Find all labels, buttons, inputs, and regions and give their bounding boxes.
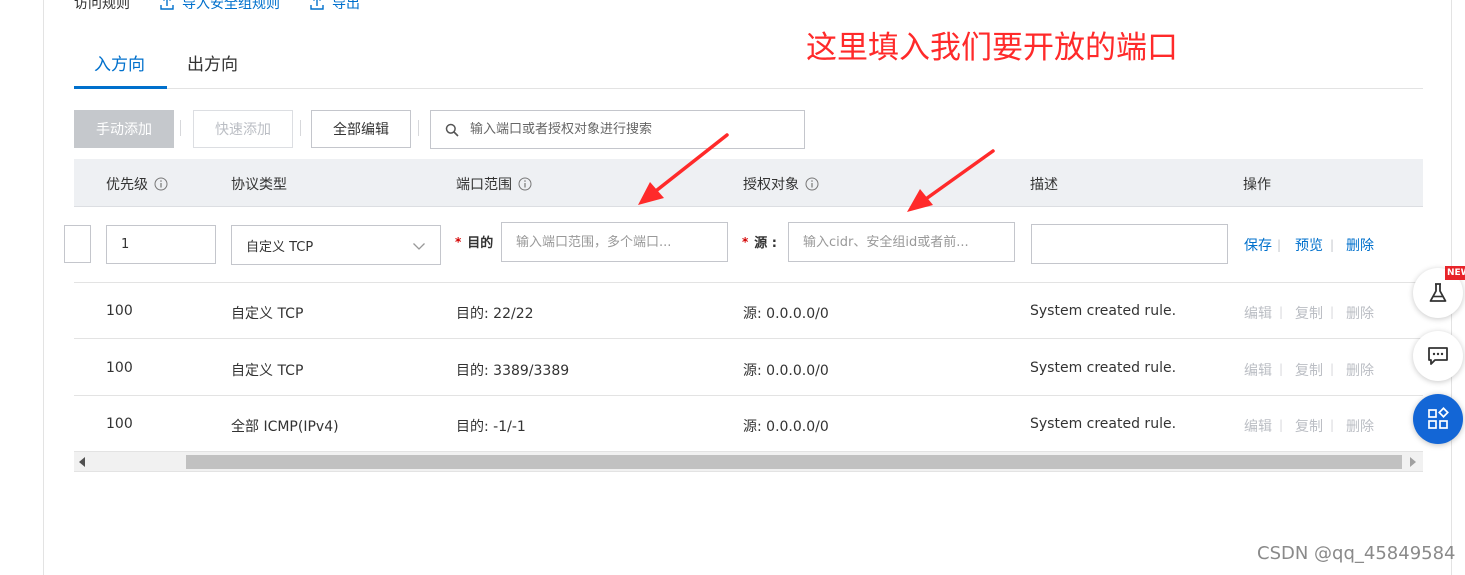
dest-port-field[interactable] [501, 222, 728, 262]
chat-button[interactable] [1413, 331, 1463, 381]
export-icon [310, 0, 324, 10]
copy-rule-button[interactable]: 复制 [1295, 416, 1323, 436]
source-label: * 源 : [742, 234, 778, 252]
new-badge: NEW [1445, 266, 1465, 280]
apps-button[interactable] [1413, 394, 1463, 444]
source-input[interactable] [803, 234, 1014, 250]
flask-icon [1429, 283, 1447, 302]
description-field[interactable] [1031, 224, 1228, 264]
delete-rule-button[interactable]: 删除 [1346, 303, 1374, 323]
action-separator: | [1330, 418, 1335, 432]
action-separator: | [1279, 305, 1284, 319]
search-icon [445, 123, 459, 137]
scrollbar-thumb[interactable] [186, 455, 1402, 469]
protocol-cell: 自定义 TCP [231, 363, 304, 379]
column-priority: 优先级 [106, 174, 168, 194]
info-icon[interactable] [154, 177, 168, 191]
scroll-left-icon[interactable] [79, 457, 85, 467]
protocol-select[interactable]: 自定义 TCP [231, 225, 441, 265]
import-rules-link[interactable]: 导入安全组规则 [160, 0, 280, 13]
table-row: 100 自定义 TCP 目的: 3389/3389 源: 0.0.0.0/0 S… [74, 340, 1423, 396]
table-row: 100 全部 ICMP(IPv4) 目的: -1/-1 源: 0.0.0.0/0… [74, 396, 1423, 452]
active-tab-indicator [74, 86, 167, 89]
action-separator: | [1330, 362, 1335, 376]
direction-tabs: 入方向 出方向 [74, 44, 1423, 89]
upload-icon [160, 0, 174, 10]
left-divider [43, 0, 44, 575]
column-protocol: 协议类型 [231, 177, 287, 193]
info-icon[interactable] [518, 177, 532, 191]
action-separator: | [1330, 238, 1335, 252]
cut-off-field[interactable] [64, 225, 91, 263]
manual-add-button[interactable]: 手动添加 [74, 110, 174, 148]
required-star: * [455, 234, 462, 249]
dest-label: * 目的 [455, 234, 494, 252]
export-link[interactable]: 导出 [310, 0, 360, 13]
delete-rule-button[interactable]: 删除 [1346, 360, 1374, 380]
dest-port-input[interactable] [516, 234, 727, 250]
column-port-range: 端口范围 [456, 174, 532, 194]
toolbar-separator [180, 120, 181, 136]
table-header: 优先级 协议类型 端口范围 授权对象 描述 操作 [74, 159, 1423, 207]
delete-rule-button[interactable]: 删除 [1346, 416, 1374, 436]
preview-button[interactable]: 预览 [1295, 235, 1323, 255]
quick-add-button[interactable]: 快速添加 [193, 110, 293, 148]
column-description: 描述 [1030, 177, 1058, 193]
required-star: * [742, 234, 749, 249]
save-button[interactable]: 保存 [1244, 235, 1272, 255]
action-separator: | [1277, 238, 1282, 252]
apps-icon [1428, 407, 1449, 429]
column-auth-object: 授权对象 [743, 174, 819, 194]
priority-cell: 100 [106, 360, 133, 376]
priority-cell: 100 [106, 303, 133, 319]
description-cell: System created rule. [1030, 416, 1177, 432]
tab-inbound[interactable]: 入方向 [94, 50, 145, 75]
scroll-right-icon[interactable] [1410, 457, 1416, 467]
port-cell: 目的: 3389/3389 [456, 363, 570, 379]
rule-edit-row: 自定义 TCP * 目的 * 源 : 保存 | 预览 | 删除 [64, 207, 1423, 283]
toolbar-separator [418, 120, 419, 136]
chevron-down-icon [413, 243, 425, 250]
copy-rule-button[interactable]: 复制 [1295, 303, 1323, 323]
port-cell: 目的: 22/22 [456, 306, 534, 322]
source-cell: 源: 0.0.0.0/0 [743, 363, 829, 379]
chat-icon [1428, 347, 1448, 365]
description-input[interactable] [1046, 236, 1227, 252]
protocol-cell: 自定义 TCP [231, 306, 304, 322]
delete-button[interactable]: 删除 [1346, 235, 1374, 255]
protocol-cell: 全部 ICMP(IPv4) [231, 419, 339, 435]
watermark: CSDN @qq_45849584 [1257, 543, 1456, 564]
copy-rule-button[interactable]: 复制 [1295, 360, 1323, 380]
section-header: 访问规则 导入安全组规则 导出 [74, 0, 360, 14]
edit-rule-button[interactable]: 编辑 [1244, 303, 1272, 323]
annotation-text: 这里填入我们要开放的端口 [806, 30, 1178, 66]
horizontal-scrollbar[interactable] [74, 452, 1423, 472]
action-separator: | [1279, 418, 1284, 432]
action-separator: | [1330, 305, 1335, 319]
toolbar-separator [300, 120, 301, 136]
source-cell: 源: 0.0.0.0/0 [743, 306, 829, 322]
section-title: 访问规则 [74, 0, 130, 12]
search-box[interactable] [430, 110, 805, 149]
edit-rule-button[interactable]: 编辑 [1244, 416, 1272, 436]
priority-input[interactable] [121, 237, 215, 252]
port-cell: 目的: -1/-1 [456, 419, 526, 435]
source-field[interactable] [788, 222, 1015, 262]
edit-rule-button[interactable]: 编辑 [1244, 360, 1272, 380]
description-cell: System created rule. [1030, 303, 1177, 319]
source-cell: 源: 0.0.0.0/0 [743, 419, 829, 435]
search-input[interactable] [470, 122, 790, 137]
priority-cell: 100 [106, 416, 133, 432]
action-separator: | [1279, 362, 1284, 376]
table-row: 100 自定义 TCP 目的: 22/22 源: 0.0.0.0/0 Syste… [74, 283, 1423, 339]
info-icon[interactable] [805, 177, 819, 191]
tab-outbound[interactable]: 出方向 [187, 50, 238, 75]
priority-field[interactable] [106, 225, 216, 264]
edit-all-button[interactable]: 全部编辑 [311, 110, 411, 148]
column-actions: 操作 [1243, 177, 1271, 193]
description-cell: System created rule. [1030, 360, 1177, 376]
